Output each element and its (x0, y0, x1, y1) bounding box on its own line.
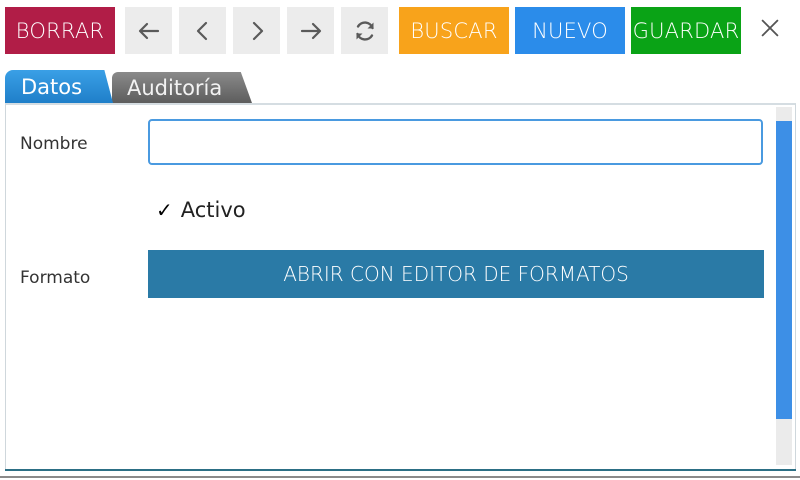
scrollbar-thumb[interactable] (776, 121, 792, 419)
tab-auditoria[interactable]: Auditoría (112, 72, 252, 103)
formato-label: Formato (20, 268, 91, 288)
next-button[interactable] (233, 7, 280, 54)
activo-label: Activo (180, 198, 246, 222)
arrow-left-icon (136, 18, 162, 44)
nombre-input[interactable] (148, 119, 763, 165)
toolbar: BORRAR BUSCAR NUEVO GUARDAR (0, 0, 800, 60)
close-icon (758, 16, 782, 45)
nombre-label: Nombre (20, 134, 88, 154)
panel-bottom-border (5, 469, 796, 471)
chevron-right-icon (244, 18, 270, 44)
tab-auditoria-label: Auditoría (127, 75, 223, 100)
refresh-icon (352, 18, 378, 44)
close-button[interactable] (745, 7, 795, 54)
window-bottom-border (0, 476, 800, 478)
tab-datos[interactable]: Datos (5, 70, 113, 103)
tab-datos-label: Datos (21, 74, 83, 99)
buscar-button[interactable]: BUSCAR (399, 7, 509, 54)
previous-button[interactable] (179, 7, 226, 54)
activo-checkbox[interactable]: ✓ Activo (156, 195, 246, 225)
refresh-button[interactable] (341, 7, 388, 54)
forward-button[interactable] (287, 7, 334, 54)
guardar-button[interactable]: GUARDAR (631, 7, 741, 54)
chevron-left-icon (190, 18, 216, 44)
arrow-right-icon (298, 18, 324, 44)
open-format-editor-button[interactable]: ABRIR CON EDITOR DE FORMATOS (148, 250, 764, 298)
back-button[interactable] (125, 7, 172, 54)
nuevo-button[interactable]: NUEVO (515, 7, 625, 54)
check-icon: ✓ (156, 198, 173, 222)
borrar-button[interactable]: BORRAR (5, 7, 115, 54)
